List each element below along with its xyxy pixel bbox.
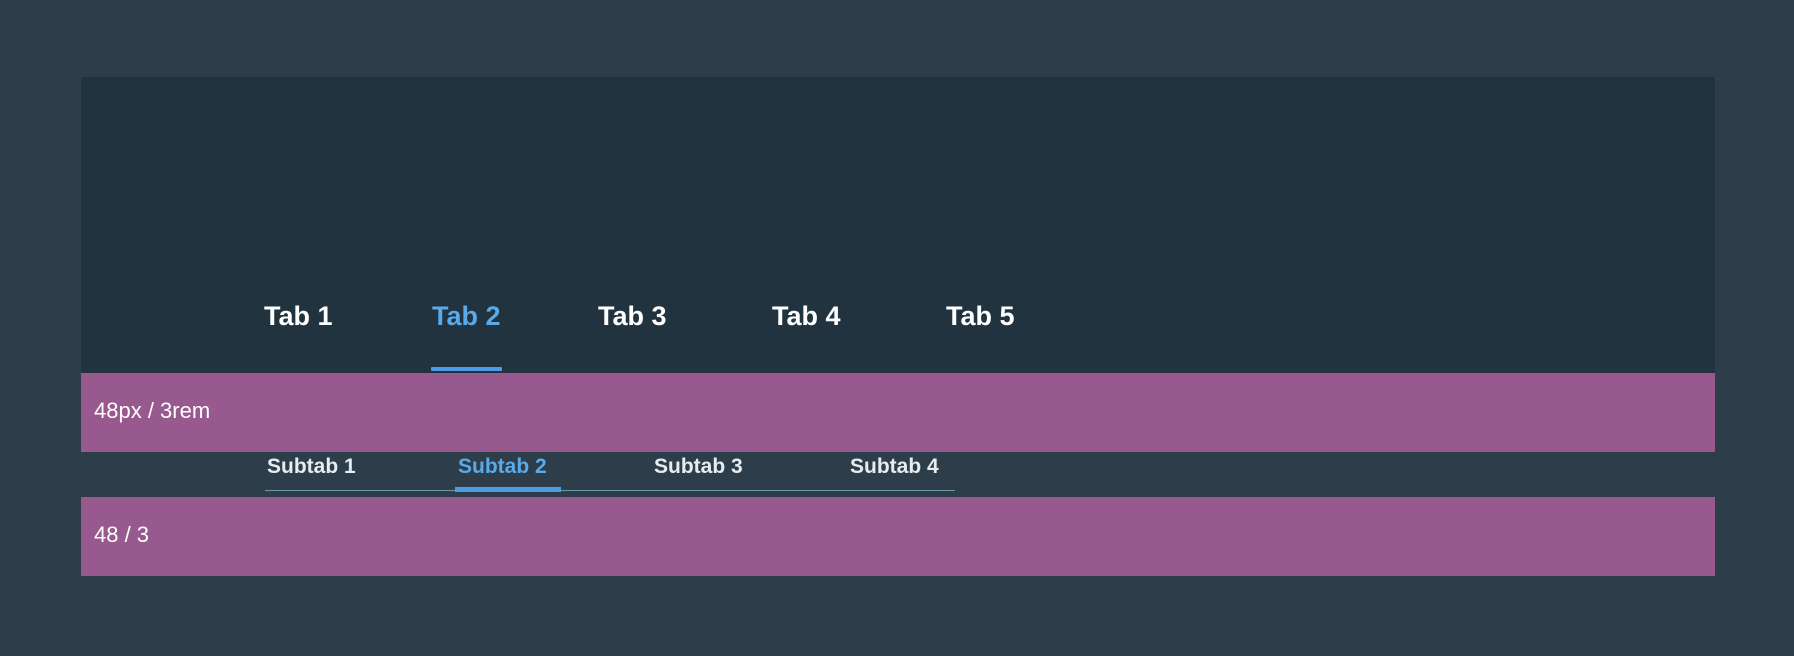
primary-tab-bar: Tab 1 Tab 2 Tab 3 Tab 4 Tab 5 [81, 77, 1715, 373]
tab-2[interactable]: Tab 2 [432, 303, 501, 330]
secondary-tab-bar: Subtab 1 Subtab 2 Subtab 3 Subtab 4 [265, 448, 955, 493]
active-subtab-indicator [455, 487, 561, 492]
subtab-baseline [265, 490, 955, 491]
subtab-1[interactable]: Subtab 1 [267, 456, 356, 477]
subtab-3[interactable]: Subtab 3 [654, 456, 743, 477]
tab-5[interactable]: Tab 5 [946, 303, 1015, 330]
active-tab-indicator [431, 367, 502, 371]
spacing-band-1: 48px / 3rem [81, 373, 1715, 452]
subtab-2[interactable]: Subtab 2 [458, 456, 547, 477]
tab-1[interactable]: Tab 1 [264, 303, 333, 330]
tab-4[interactable]: Tab 4 [772, 303, 841, 330]
spacing-label: 48 / 3 [94, 522, 150, 547]
spacing-band-2: 48 / 3 [81, 497, 1715, 576]
subtab-4[interactable]: Subtab 4 [850, 456, 939, 477]
spacing-label: 48px / 3rem [94, 398, 211, 423]
demo-frame: Tab 1 Tab 2 Tab 3 Tab 4 Tab 5 48px / 3re… [81, 77, 1715, 577]
tab-3[interactable]: Tab 3 [598, 303, 667, 330]
